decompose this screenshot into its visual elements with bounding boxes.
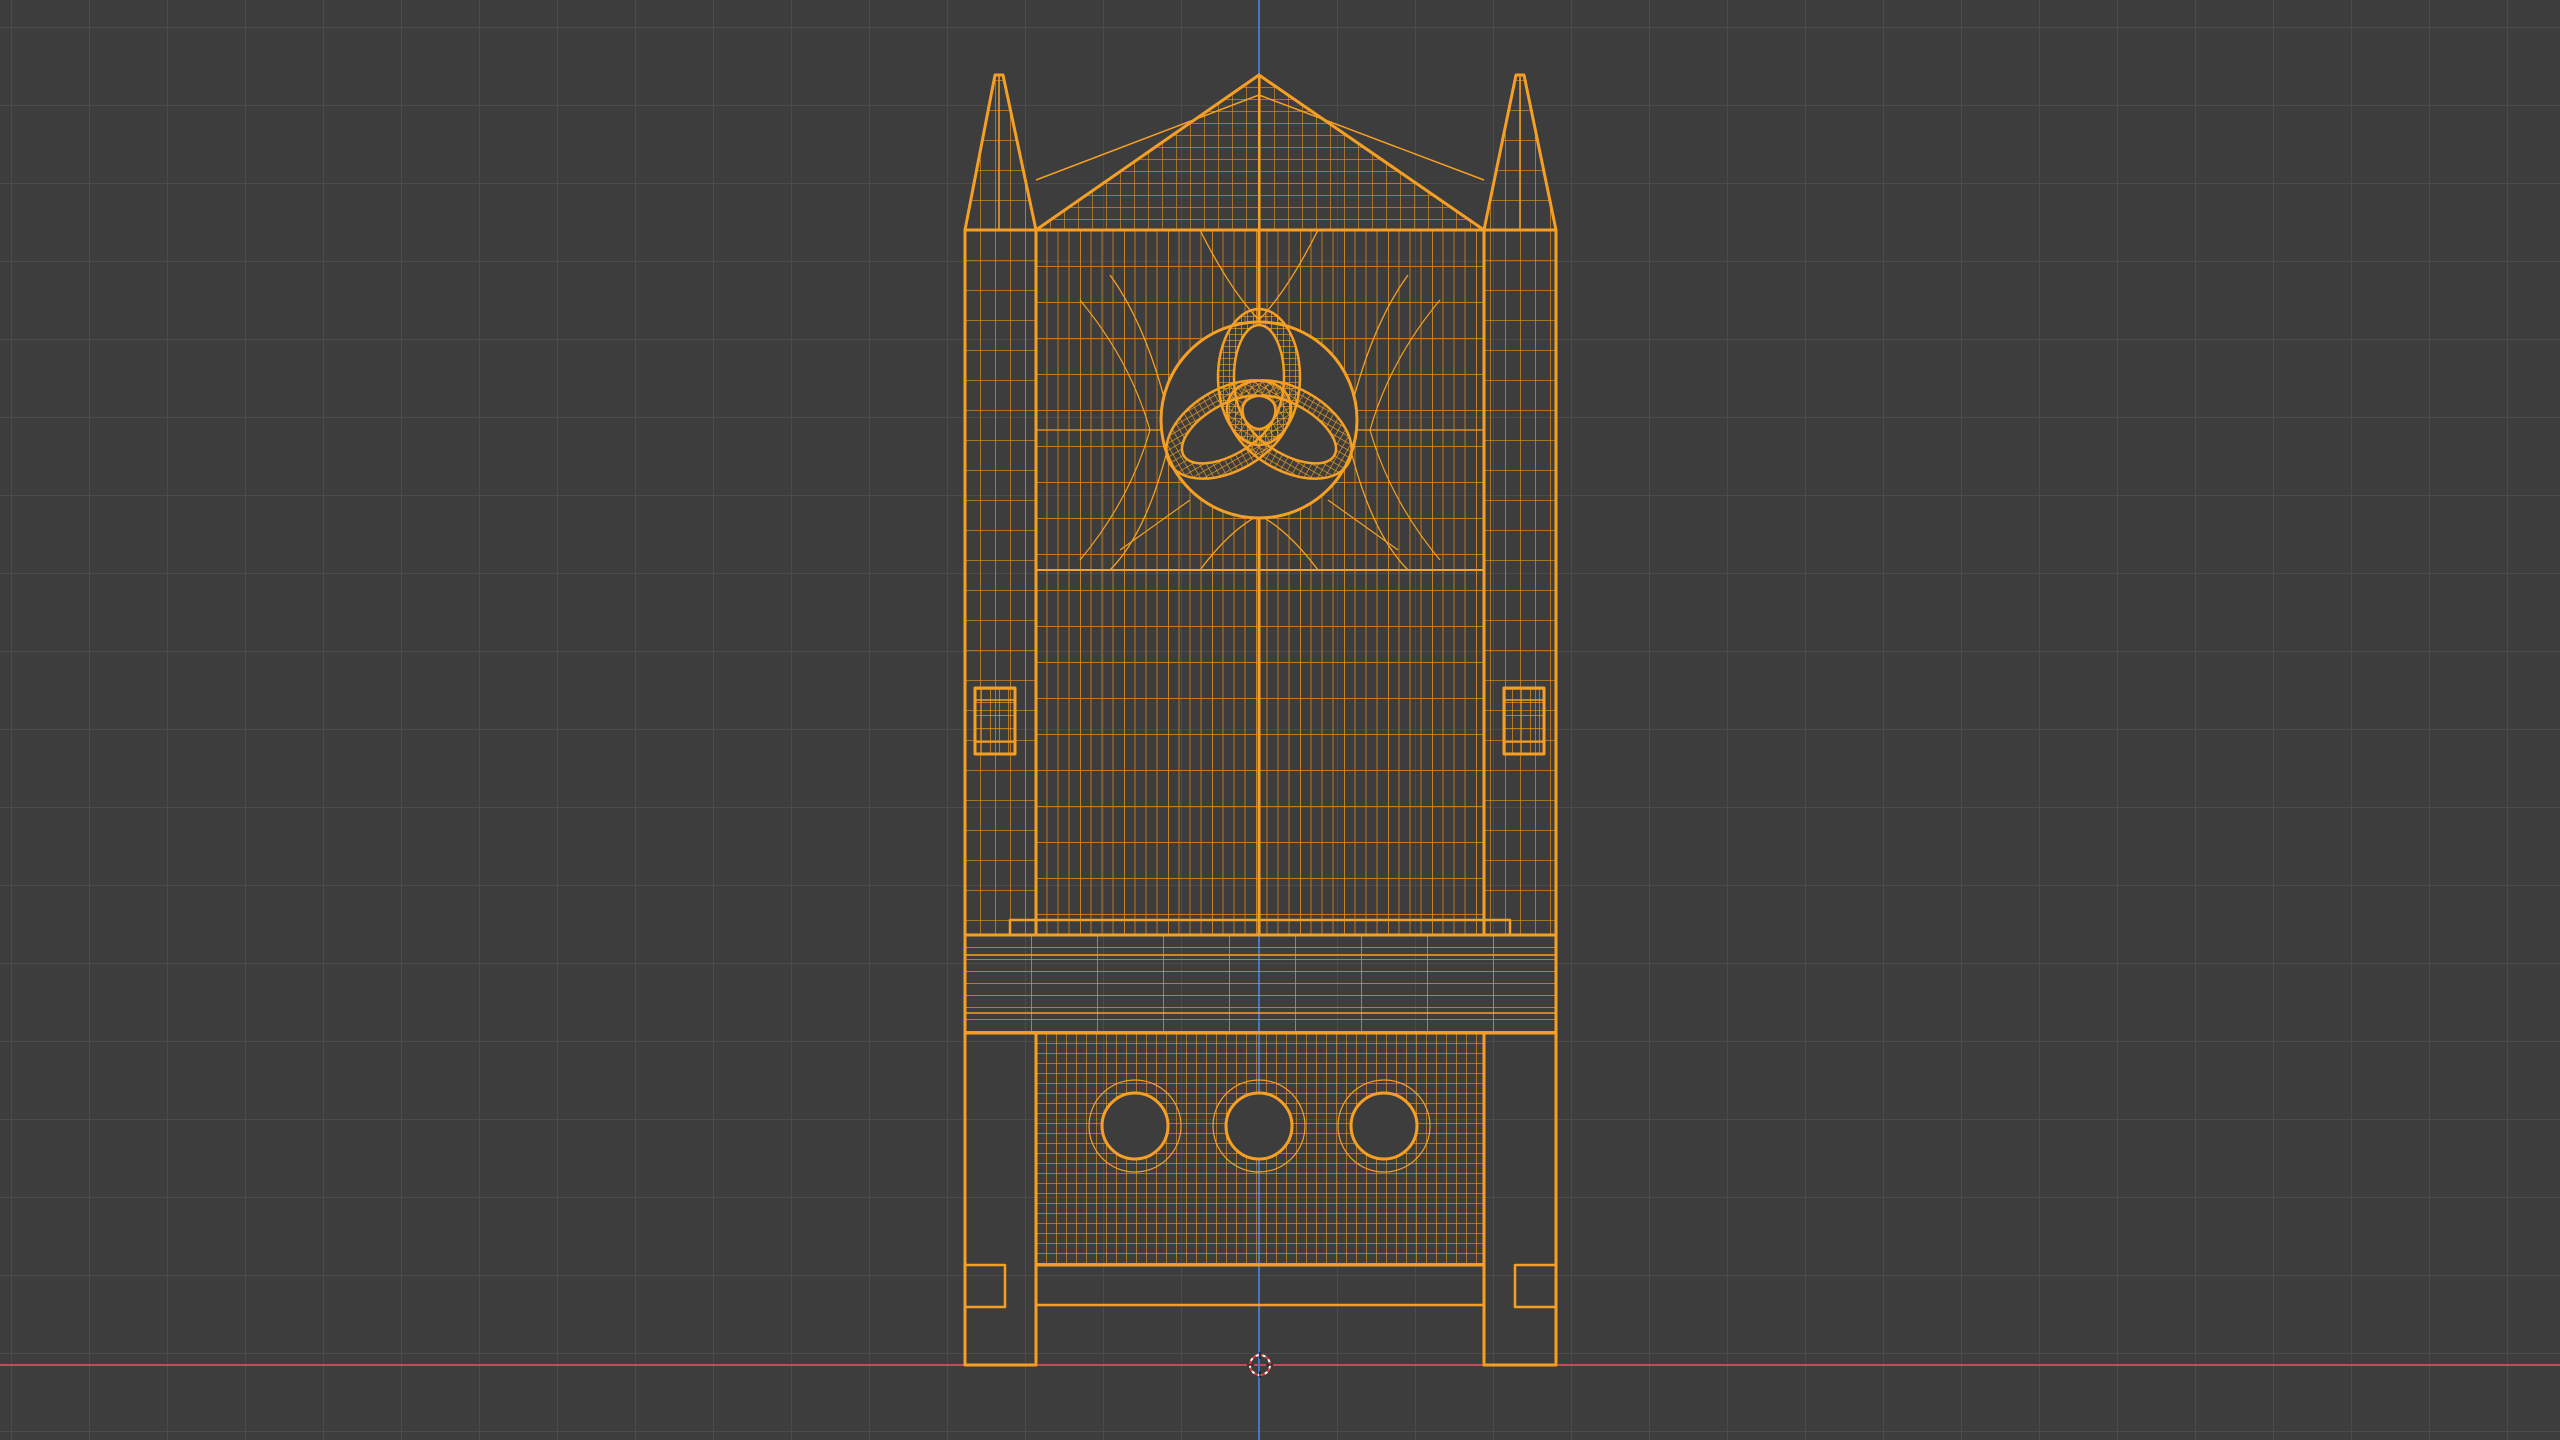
3d-cursor-icon[interactable] bbox=[1247, 1352, 1273, 1378]
right-hinge-icon bbox=[1502, 686, 1546, 756]
wireframe-model[interactable] bbox=[0, 0, 2560, 1440]
gable-roof-icon bbox=[1035, 73, 1485, 232]
left-hinge-icon bbox=[973, 686, 1017, 756]
left-spire-icon bbox=[963, 73, 1038, 231]
left-column bbox=[963, 228, 1038, 937]
three-hole-panel-icon bbox=[1034, 1031, 1486, 1307]
right-column bbox=[1482, 228, 1558, 937]
left-leg bbox=[963, 1033, 1038, 1367]
panel-hole-center bbox=[1224, 1091, 1294, 1161]
right-spire-icon bbox=[1482, 73, 1558, 231]
right-leg bbox=[1482, 1033, 1558, 1367]
panel-hole-left bbox=[1100, 1091, 1170, 1161]
panel-hole-right bbox=[1349, 1091, 1419, 1161]
drawer-band-icon bbox=[963, 933, 1558, 1035]
3d-viewport[interactable] bbox=[0, 0, 2560, 1440]
